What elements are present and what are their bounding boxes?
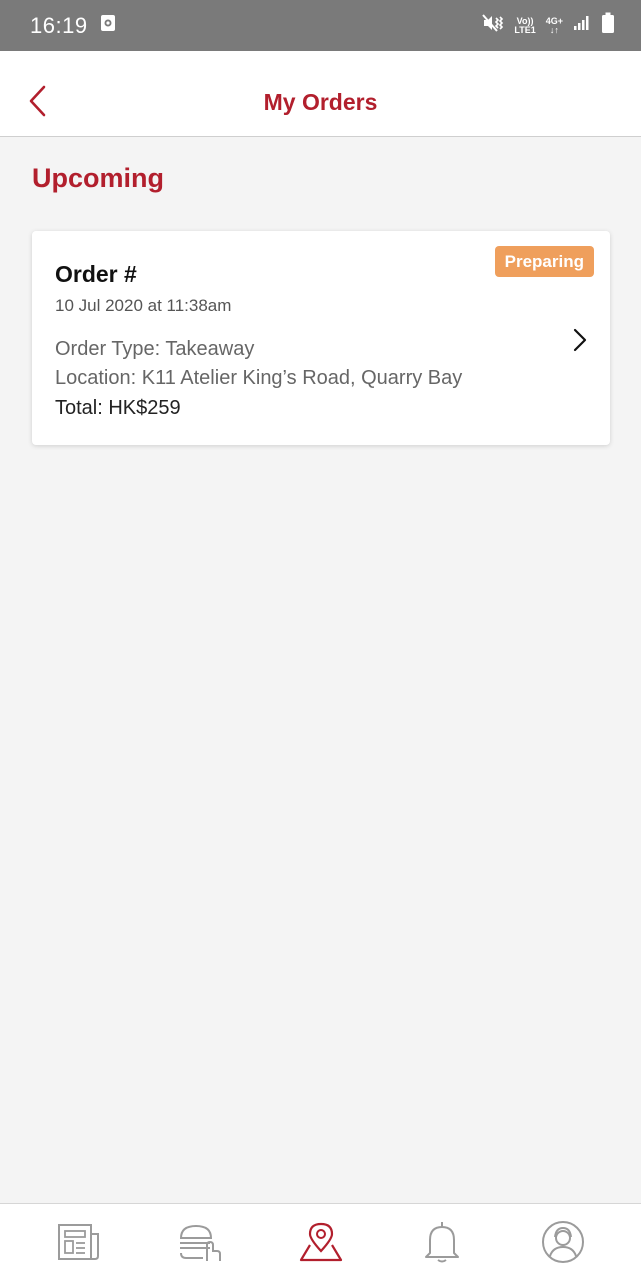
screen-record-icon xyxy=(100,14,116,37)
order-total: Total: HK$259 xyxy=(55,397,181,419)
profile-icon xyxy=(541,1221,584,1263)
section-title-upcoming: Upcoming xyxy=(32,163,164,193)
nav-item-profile[interactable] xyxy=(533,1212,593,1272)
order-card[interactable]: Order # 10 Jul 2020 at 11:38am Order Typ… xyxy=(32,231,610,445)
nav-item-news[interactable] xyxy=(49,1212,109,1272)
location-pin-icon xyxy=(299,1222,342,1262)
newspaper-icon xyxy=(57,1224,99,1260)
page-title: My Orders xyxy=(263,89,378,115)
nav-item-locations[interactable] xyxy=(291,1212,351,1272)
status-time: 16:19 xyxy=(30,12,88,38)
chevron-right-icon xyxy=(573,328,587,352)
order-date: 10 Jul 2020 at 11:38am xyxy=(55,296,232,315)
bottom-nav xyxy=(0,1203,641,1280)
network-type-indicator: 4G+ ↓↑ xyxy=(545,15,563,35)
status-bar: 16:19 Vo)) LTE1 4G+ ↓↑ xyxy=(0,0,641,51)
burger-order-icon xyxy=(179,1224,221,1261)
status-badge: Preparing xyxy=(494,246,594,277)
order-number: Order # xyxy=(55,261,137,287)
signal-icon xyxy=(573,15,591,36)
bell-icon xyxy=(424,1222,459,1263)
order-location: Location: K11 Atelier King’s Road, Quarr… xyxy=(55,367,463,389)
screen: 16:19 Vo)) LTE1 4G+ ↓↑ My Orders Upcomin… xyxy=(0,0,641,1280)
mute-vibrate-icon xyxy=(482,13,504,38)
battery-icon xyxy=(601,12,615,39)
order-type: Order Type: Takeaway xyxy=(55,338,255,360)
nav-item-order[interactable] xyxy=(170,1212,230,1272)
volte-indicator: Vo)) LTE1 xyxy=(514,15,536,35)
nav-item-notifications[interactable] xyxy=(412,1212,472,1272)
app-header: My Orders xyxy=(0,51,641,137)
